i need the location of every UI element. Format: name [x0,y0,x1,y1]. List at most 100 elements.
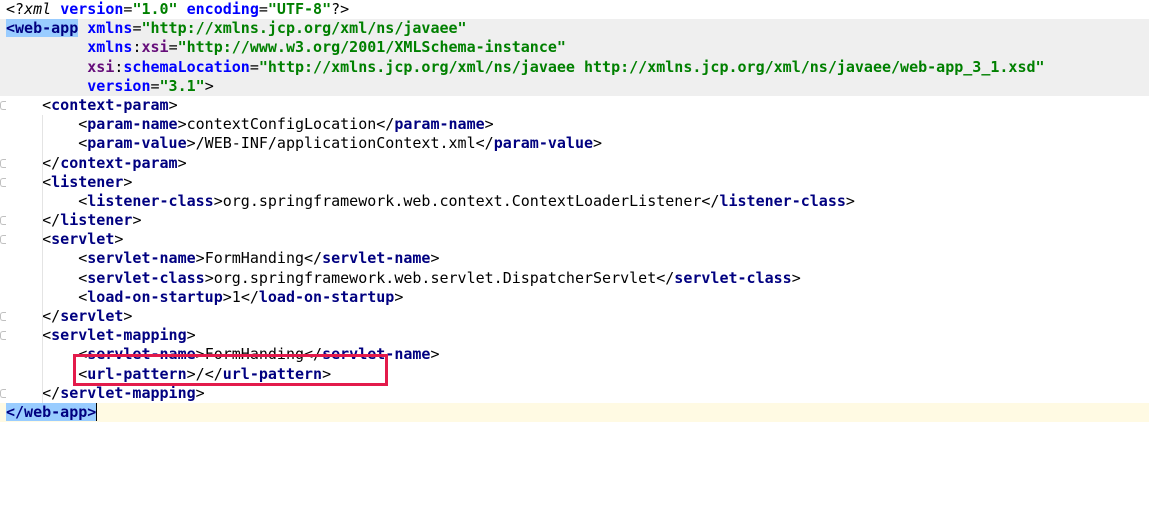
code-token: > [168,95,178,114]
code-line[interactable]: <web-app xmlns="http://xmlns.jcp.org/xml… [0,19,1149,39]
fold-marker-icon[interactable] [0,388,6,398]
code-line[interactable]: </listener> [0,211,1149,230]
code-token: xsi [141,38,169,57]
code-token: listener-class [719,191,846,210]
code-token: "1.0" [132,0,178,18]
code-token: > [430,249,440,268]
fold-marker-icon[interactable] [0,235,6,245]
code-line[interactable]: </servlet> [0,307,1149,326]
code-token: < [42,326,52,345]
code-token: > [186,134,196,153]
fold-marker-icon[interactable] [0,216,6,226]
code-token: "http://www.w3.org/2001/XMLSchema-instan… [177,38,566,57]
code-token: > [123,307,133,325]
code-token: = [249,57,259,76]
code-token: > [195,249,205,268]
code-line[interactable]: version="3.1"> [0,76,1149,96]
code-token: load-on-startup [258,287,395,306]
code-line[interactable]: <param-name>contextConfigLocation</param… [0,115,1149,134]
code-token: > [177,115,187,134]
code-token: </ [240,287,259,306]
code-token: < [42,172,52,191]
fold-marker-icon[interactable] [0,100,6,110]
code-token: encoding [186,0,259,18]
code-line[interactable]: <param-value>/WEB-INF/applicationContext… [0,134,1149,153]
code-token: servlet-name [87,249,196,268]
code-token: "UTF-8" [267,0,332,18]
code-line[interactable]: xmlns:xsi="http://www.w3.org/2001/XMLSch… [0,38,1149,58]
code-line[interactable]: </web-app> [0,402,1149,423]
code-token: > [484,115,494,134]
code-line[interactable]: </context-param> [0,154,1149,173]
code-token: param-value [493,134,594,153]
code-token: version [87,76,151,95]
code-token: version [60,0,124,18]
code-token: <? [6,0,25,18]
code-line[interactable]: <load-on-startup>1</load-on-startup> [0,288,1149,307]
fold-marker-icon[interactable] [0,158,6,168]
code-token: listener [51,172,124,191]
fold-marker-icon[interactable] [0,331,6,341]
indent-guide [42,115,43,403]
code-line[interactable]: <context-param> [0,96,1149,115]
code-token: xsi [87,57,115,76]
code-token: context-param [60,153,178,172]
code-token: xmlns [87,38,133,57]
code-token: param-name [394,115,485,134]
code-token: context-param [51,95,169,114]
code-token: servlet [51,230,115,249]
code-token: < [78,268,88,287]
code-line[interactable]: <servlet-class>org.springframework.web.s… [0,269,1149,288]
code-line[interactable]: <servlet> [0,230,1149,249]
code-token: > [394,287,404,306]
code-token: > [186,326,196,345]
code-token: <web-app [6,19,79,38]
code-token: "http://xmlns.jcp.org/xml/ns/javaee" [141,19,467,38]
code-line[interactable]: <?xml version="1.0" encoding="UTF-8"?> [0,0,1149,19]
code-token: "3.1" [159,76,205,95]
code-token: > [114,230,124,249]
code-line[interactable]: <listener-class>org.springframework.web.… [0,192,1149,211]
code-line[interactable]: <listener> [0,173,1149,192]
code-line[interactable]: <servlet-name>FormHanding</servlet-name> [0,249,1149,268]
fold-marker-icon[interactable] [0,177,6,187]
code-token: < [78,191,88,210]
code-token: param-name [87,115,178,134]
code-token: listener-class [87,191,214,210]
code-token: > [222,287,232,306]
code-line[interactable]: xsi:schemaLocation="http://xmlns.jcp.org… [0,57,1149,77]
code-token: > [123,172,133,191]
code-token: servlet-mapping [60,383,196,402]
code-token: servlet-name [322,249,431,268]
code-token: </ [42,153,61,172]
code-token: </ [42,383,61,402]
code-token: xml [24,0,52,18]
fold-marker-icon[interactable] [0,312,6,321]
code-token: param-value [87,134,187,153]
code-token: contextConfigLocation [186,115,377,134]
code-token: > [845,191,855,210]
code-token: </ [475,134,494,153]
code-token: listener [60,211,133,230]
code-token: </ [42,307,61,325]
url-pattern-highlight-box [73,354,388,386]
code-line[interactable]: <servlet-mapping> [0,326,1149,345]
code-token: > [132,211,142,230]
code-token: </web-app> [6,402,98,421]
code-token: > [177,153,187,172]
code-line[interactable]: </servlet-mapping> [0,384,1149,403]
code-token: > [204,76,214,95]
xml-code-editor[interactable]: <?xml version="1.0" encoding="UTF-8"?> <w… [0,0,1149,514]
code-token: load-on-startup [87,287,223,306]
code-token: 1 [231,287,241,306]
